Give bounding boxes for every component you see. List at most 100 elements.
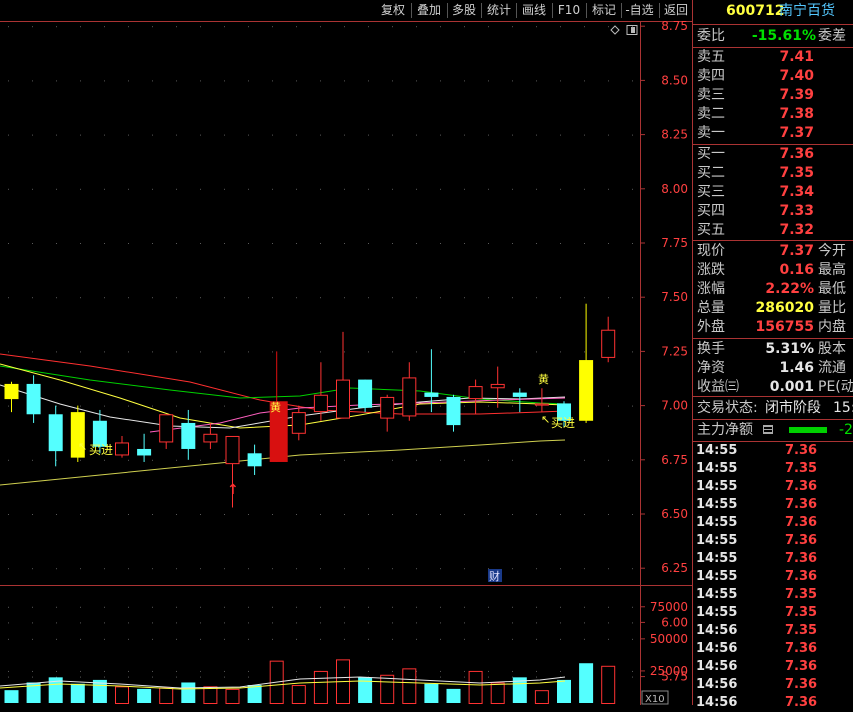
fuquan-button[interactable]: 复权 (378, 2, 408, 19)
volume-bar (534, 690, 549, 704)
price-tick-label: 7.75 (661, 236, 688, 250)
main-flow-label: 主力净额 (697, 422, 753, 438)
buy-level-1-label: 买一 (697, 146, 725, 162)
quote-row-2: 涨幅 2.22% 最低 (693, 280, 853, 298)
main-flow-value: -2 (839, 422, 853, 438)
weibi-value: -15.61% (751, 28, 816, 44)
draw-line-button[interactable]: 画线 (519, 2, 549, 19)
buy-signal-2-arrow: ↖ (541, 413, 550, 426)
huang-marker-2: 黄 (538, 372, 549, 386)
tick-price: 7.36 (785, 551, 818, 566)
main-flow-row: 主力净额 -2 (693, 421, 853, 439)
tick-time: 14:55 (696, 587, 738, 602)
back-button[interactable]: 返回 (661, 2, 691, 19)
stat-row-0-value: 5.31% (765, 341, 814, 357)
mark-button[interactable]: 标记 (589, 2, 619, 19)
remove-watchlist-button[interactable]: -自选 (622, 2, 657, 19)
tick-price: 7.36 (785, 659, 818, 674)
sell-level-5-label: 卖五 (697, 49, 725, 65)
f10-button[interactable]: F10 (555, 2, 583, 19)
huang-marker-1: 黄 (270, 400, 281, 414)
tick-time: 14:55 (696, 443, 738, 458)
tick-row: 14:55 7.35 (693, 604, 853, 622)
tick-time: 14:56 (696, 695, 738, 710)
trade-status-extra: 15: (833, 400, 853, 416)
volume-bar (380, 674, 395, 704)
statistics-button[interactable]: 统计 (484, 2, 514, 19)
tick-row: 14:55 7.36 (693, 532, 853, 550)
candle-body (115, 442, 129, 456)
stat-row-0-extra: 股本 (818, 341, 846, 357)
buy-level-5-label: 买五 (697, 222, 725, 238)
trade-status-label: 交易状态: (697, 400, 758, 416)
price-tick-label: 7.25 (661, 344, 688, 358)
candle-body (313, 394, 328, 413)
candle-body (48, 414, 63, 452)
price-tick-label: 6.75 (661, 453, 688, 467)
overlay-button[interactable]: 叠加 (414, 2, 444, 19)
candle-body (291, 412, 306, 434)
up-arrow-icon: ↑ (227, 482, 239, 498)
quote-row-1: 涨跌 0.16 最高 (693, 261, 853, 279)
tick-row: 14:55 7.36 (693, 568, 853, 586)
main-flow-menu-icon[interactable] (763, 425, 773, 434)
stat-row-2: 收益㈢ 0.001 PE(动 (693, 378, 853, 396)
volume-bars (4, 659, 616, 705)
price-tick-label: 6.25 (661, 561, 688, 575)
tick-time: 14:56 (696, 677, 738, 692)
sell-level-3: 卖三 7.39 (693, 86, 853, 104)
quote-row-0: 现价 7.37 今开 (693, 242, 853, 260)
candle-body (601, 329, 616, 358)
tick-time: 14:56 (696, 641, 738, 656)
candle-body (181, 422, 196, 449)
candle-body (512, 392, 527, 397)
volume-bar (159, 687, 174, 705)
buy-level-4-value: 7.33 (779, 203, 814, 219)
tick-time: 14:55 (696, 479, 738, 494)
volume-bar (181, 682, 196, 703)
sell-level-5: 卖五 7.41 (693, 48, 853, 66)
tick-row: 14:56 7.36 (693, 694, 853, 712)
tick-price: 7.36 (785, 497, 818, 512)
stat-row-1: 净资 1.46 流通 (693, 359, 853, 377)
quote-panel: 600712 南宁百货 委比 -15.61% 委差 卖五 7.41 卖四 7.40 卖三… (692, 0, 853, 710)
candlesticks (4, 303, 616, 508)
volume-bar (446, 688, 461, 703)
volume-bar (490, 682, 505, 704)
candle-body (490, 383, 505, 389)
tick-row: 14:55 7.35 (693, 460, 853, 478)
sell-level-1-label: 卖一 (697, 125, 725, 141)
sell-level-3-label: 卖三 (697, 87, 725, 103)
diamond-icon[interactable] (610, 25, 620, 35)
buy-level-5: 买五 7.32 (693, 221, 853, 239)
candle-body (534, 403, 549, 406)
tick-price: 7.36 (785, 677, 818, 692)
quote-row-2-extra: 最低 (818, 281, 846, 297)
tick-price: 7.36 (785, 641, 818, 656)
price-tick-label: 8.25 (661, 128, 688, 142)
price-tick-label: 7.00 (661, 399, 688, 413)
volume-bar (579, 663, 594, 703)
volume-bar (291, 685, 306, 705)
candle-body (358, 379, 373, 408)
quote-row-2-label: 涨幅 (697, 281, 725, 297)
price-tick-label: 6.50 (661, 507, 688, 521)
candle-body (247, 453, 262, 467)
quote-row-3: 总量 286020 量比 (693, 299, 853, 317)
buy-level-3-value: 7.34 (779, 184, 814, 200)
kline-chart[interactable]: 10.009.759.509.259.008.758.508.258.007.7… (0, 21, 692, 705)
tick-price: 7.36 (785, 443, 818, 458)
sell-level-4-value: 7.40 (779, 68, 814, 84)
price-tick-label: 8.75 (661, 21, 688, 33)
buy-level-4: 买四 7.33 (693, 202, 853, 220)
tick-row: 14:56 7.36 (693, 640, 853, 658)
sell-level-1: 卖一 7.37 (693, 124, 853, 142)
volume-bar (203, 686, 218, 704)
tick-time: 14:55 (696, 569, 738, 584)
multi-stock-button[interactable]: 多股 (449, 2, 479, 19)
volume-bar (247, 685, 262, 703)
tick-time: 14:55 (696, 461, 738, 476)
volume-tick-label: 25000 (650, 664, 688, 678)
tick-row: 14:55 7.36 (693, 514, 853, 532)
tick-price: 7.36 (785, 695, 818, 710)
